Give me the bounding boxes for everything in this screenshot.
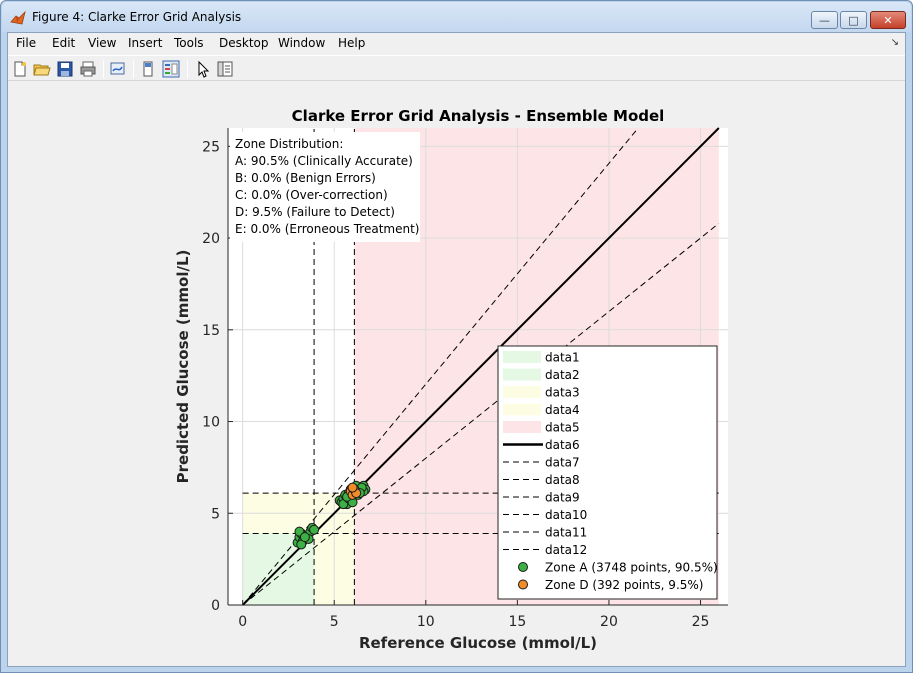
annotation-line: B: 0.0% (Benign Errors): [235, 171, 376, 185]
minimize-icon: —: [819, 13, 830, 27]
legend-entry-label: Zone A (3748 points, 90.5%): [545, 561, 718, 575]
legend-entry-label: data9: [545, 491, 580, 505]
y-tick-label: 15: [202, 323, 220, 339]
show-plot-tools-icon[interactable]: [162, 60, 180, 78]
clarke-error-grid-chart: 0 5 10 15 20 25 0 5 10 15 20 25 Clarke Error Grid A…: [174, 107, 728, 652]
zone-d-point: [347, 482, 358, 493]
save-icon[interactable]: [56, 60, 74, 78]
hide-plot-tools-icon[interactable]: [139, 60, 157, 78]
toolbar-separator: [187, 60, 188, 78]
x-tick-label: 15: [508, 614, 526, 630]
legend-swatch: [503, 368, 541, 381]
menu-desktop[interactable]: Desktop: [219, 36, 269, 52]
legend-entry-label: data5: [545, 421, 580, 435]
window-title: Figure 4: Clarke Error Grid Analysis: [32, 10, 242, 24]
print-icon[interactable]: [79, 60, 97, 78]
legend-entry-label: data10: [545, 508, 587, 522]
menu-file[interactable]: File: [16, 36, 36, 52]
x-tick-label: 10: [417, 614, 435, 630]
legend-entry-label: data2: [545, 368, 580, 382]
legend-swatch: [518, 562, 528, 572]
y-tick-label: 5: [211, 506, 220, 522]
legend-entry-label: data12: [545, 543, 587, 557]
close-icon: ✕: [883, 13, 893, 27]
x-tick-label: 25: [692, 614, 710, 630]
maximize-button[interactable]: □: [840, 11, 867, 29]
toolbar-separator: [133, 60, 134, 78]
matlab-app-icon: [10, 10, 26, 25]
zone-a-point: [309, 524, 320, 535]
x-tick-label: 20: [600, 614, 618, 630]
y-tick-label: 20: [202, 231, 220, 247]
maximize-icon: □: [848, 13, 859, 27]
menu-tools[interactable]: Tools: [174, 36, 204, 52]
edit-plot-icon[interactable]: [194, 60, 212, 78]
legend-entry-label: data6: [545, 438, 580, 452]
legend-entry-label: Zone D (392 points, 9.5%): [545, 578, 703, 592]
figure-canvas: 0 5 10 15 20 25 0 5 10 15 20 25 Clarke Error Grid A…: [8, 82, 905, 666]
property-inspector-icon[interactable]: [216, 60, 234, 78]
zone-a-point: [299, 532, 310, 543]
menu-edit[interactable]: Edit: [52, 36, 75, 52]
legend-swatch: [503, 421, 541, 433]
y-tick-label: 0: [211, 598, 220, 614]
legend[interactable]: data1 data2 data3 data4 data5 data6 data7 data8…: [497, 345, 718, 600]
toolbar-separator: [103, 60, 104, 78]
legend-swatch: [503, 403, 541, 416]
x-axis-label: Reference Glucose (mmol/L): [359, 634, 597, 652]
menu-bar: File Edit View Insert Tools Desktop Wind…: [8, 33, 905, 54]
legend-swatch: [503, 386, 541, 398]
x-tick-label: 5: [330, 614, 339, 630]
legend-entry-label: data8: [545, 473, 580, 487]
legend-entry-label: data1: [545, 351, 580, 365]
figure-toolbar: [8, 55, 905, 81]
zone-distribution-annotation: Zone Distribution: A: 90.5% (Clinically A…: [230, 132, 420, 242]
legend-swatch: [518, 579, 528, 590]
menu-view[interactable]: View: [88, 36, 116, 52]
annotation-line: Zone Distribution:: [235, 137, 343, 151]
y-axis-label: Predicted Glucose (mmol/L): [174, 250, 192, 484]
x-tick-label: 0: [238, 614, 247, 630]
open-file-icon[interactable]: [33, 60, 51, 78]
menu-insert[interactable]: Insert: [128, 36, 162, 52]
legend-entry-label: data7: [545, 456, 580, 470]
menu-window[interactable]: Window: [278, 36, 325, 52]
legend-entry-label: data3: [545, 386, 580, 400]
legend-swatch: [503, 351, 541, 363]
legend-entry-label: data11: [545, 526, 587, 540]
y-tick-label: 25: [202, 139, 220, 155]
annotation-line: E: 0.0% (Erroneous Treatment): [235, 222, 419, 236]
close-button[interactable]: ✕: [870, 11, 906, 29]
menu-help[interactable]: Help: [338, 36, 365, 52]
annotation-line: C: 0.0% (Over-correction): [235, 188, 388, 202]
annotation-line: A: 90.5% (Clinically Accurate): [235, 154, 413, 168]
annotation-line: D: 9.5% (Failure to Detect): [235, 205, 395, 219]
figure-client-area: File Edit View Insert Tools Desktop Wind…: [7, 32, 906, 667]
figure-window: Figure 4: Clarke Error Grid Analysis — □…: [0, 0, 913, 673]
new-figure-icon[interactable]: [11, 60, 29, 78]
chart-title: Clarke Error Grid Analysis - Ensemble Mo…: [292, 107, 665, 125]
legend-entry-label: data4: [545, 403, 580, 417]
menubar-overflow-icon[interactable]: ↘: [891, 37, 899, 48]
title-bar[interactable]: Figure 4: Clarke Error Grid Analysis — □…: [2, 2, 911, 32]
link-plot-icon[interactable]: [109, 60, 127, 78]
minimize-button[interactable]: —: [811, 11, 838, 29]
y-tick-label: 10: [202, 415, 220, 431]
